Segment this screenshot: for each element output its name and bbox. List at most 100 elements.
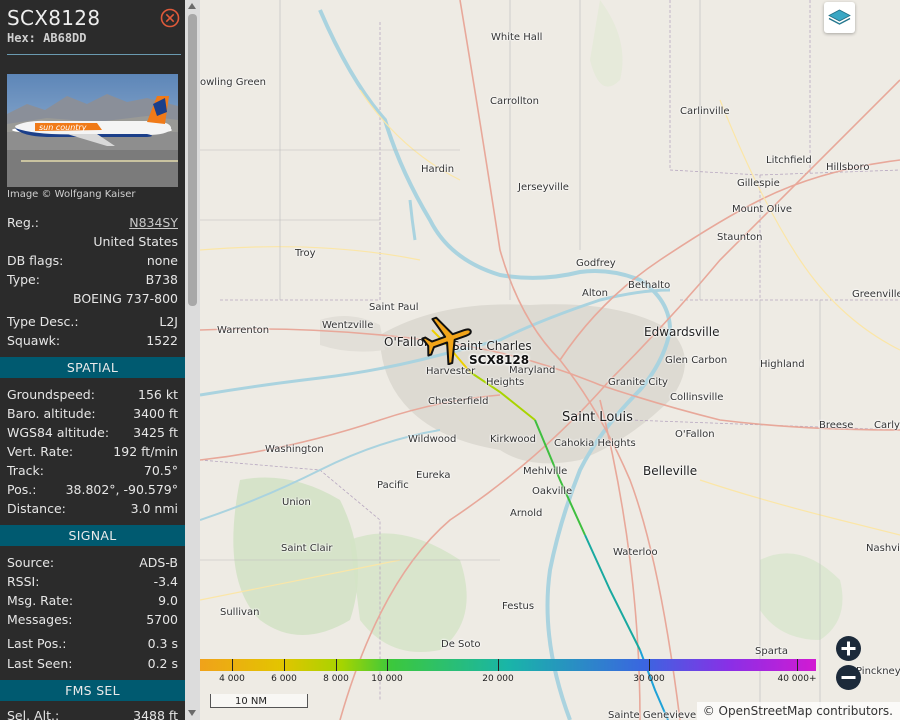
map-place-label: Alton	[582, 288, 608, 299]
detail-key: Squawk:	[7, 333, 61, 348]
map-place-label: Sullivan	[220, 607, 260, 618]
altitude-color-legend	[200, 659, 816, 671]
attribution-suffix: contributors.	[812, 704, 893, 718]
detail-value: 9.0	[158, 593, 178, 608]
hex-value: AB68DD	[43, 31, 87, 45]
legend-tick	[797, 659, 798, 671]
map-place-label: Collinsville	[670, 392, 724, 403]
detail-row: Vert. Rate: 192 ft/min	[0, 442, 185, 461]
signal-section-header: SIGNAL	[0, 525, 185, 546]
map-place-label: Warrenton	[217, 325, 270, 336]
detail-key: Distance:	[7, 501, 66, 516]
zoom-in-button[interactable]	[836, 636, 861, 661]
layers-button[interactable]	[824, 2, 855, 33]
map-place-label: Nashvil	[866, 543, 900, 554]
spatial-section-header: SPATIAL	[0, 357, 185, 378]
detail-key: Reg.:	[7, 215, 39, 230]
detail-value: 192 ft/min	[113, 444, 178, 459]
map-place-label: Harvester	[426, 366, 476, 377]
map-view[interactable]: White Hall owling Green Carrollton Carlinvi…	[200, 0, 900, 720]
openstreetmap-link[interactable]: OpenStreetMap	[719, 704, 813, 718]
legend-tick	[387, 659, 388, 671]
minus-icon	[841, 676, 856, 679]
detail-value: BOEING 737-800	[72, 291, 178, 306]
map-place-label: Festus	[502, 601, 535, 612]
map-place-label: owling Green	[200, 77, 267, 88]
map-place-label: White Hall	[491, 32, 543, 43]
detail-row: Sel. Alt.: 3488 ft	[0, 706, 185, 720]
map-place-label: Waterloo	[613, 547, 658, 558]
scroll-down-arrow-icon[interactable]	[188, 710, 196, 716]
map-place-label: Wildwood	[408, 434, 457, 445]
detail-key: Type:	[7, 272, 40, 287]
legend-tick	[336, 659, 337, 671]
detail-row: Reg.: N834SY	[0, 213, 185, 232]
legend-tick	[498, 659, 499, 671]
map-place-label: Eureka	[416, 470, 451, 481]
legend-label: 30 000	[633, 674, 665, 684]
map-place-label: Carrollton	[490, 96, 539, 107]
map-place-label: De Soto	[441, 639, 481, 650]
detail-value: 3488 ft	[133, 708, 178, 720]
scrollbar-thumb[interactable]	[188, 14, 197, 306]
map-place-label: Saint Louis	[562, 410, 633, 425]
callsign-title: SCX8128	[7, 6, 101, 30]
map-place-label: Kirkwood	[490, 434, 537, 445]
zoom-out-button[interactable]	[836, 665, 861, 690]
detail-row: DB flags: none	[0, 251, 185, 270]
plus-icon	[841, 641, 856, 656]
map-place-label: Sparta	[755, 646, 788, 657]
map-place-label: Litchfield	[766, 155, 812, 166]
detail-key: Baro. altitude:	[7, 406, 96, 421]
header-divider	[7, 54, 181, 55]
aircraft-map-label[interactable]: SCX8128	[469, 353, 529, 367]
close-icon[interactable]	[160, 8, 180, 28]
detail-row: Msg. Rate: 9.0	[0, 591, 185, 610]
legend-label: 4 000	[219, 674, 245, 684]
legend-label: 10 000	[371, 674, 403, 684]
legend-label: 6 000	[271, 674, 297, 684]
detail-row: Track: 70.5°	[0, 461, 185, 480]
detail-row: BOEING 737-800	[0, 289, 185, 308]
detail-row: Type Desc.: L2J	[0, 312, 185, 331]
detail-row: Last Pos.: 0.3 s	[0, 634, 185, 653]
detail-value: -3.4	[153, 574, 178, 589]
map-place-label: Greenville	[852, 289, 900, 300]
map-place-label: Jerseyville	[518, 182, 569, 193]
photo-credit: Image © Wolfgang Kaiser	[7, 189, 136, 200]
detail-key: Sel. Alt.:	[7, 708, 60, 720]
detail-row: Last Seen: 0.2 s	[0, 654, 185, 673]
aircraft-marker-icon[interactable]	[420, 313, 476, 365]
sidebar-content: SCX8128 Hex: AB68DD sun country Image © …	[0, 0, 185, 720]
map-place-label: Saint Paul	[369, 302, 419, 313]
sidebar-scrollbar[interactable]	[185, 0, 200, 720]
map-place-label: Glen Carbon	[665, 355, 728, 366]
aircraft-photo[interactable]: sun country	[7, 74, 178, 187]
detail-row: Distance: 3.0 nmi	[0, 499, 185, 518]
detail-row: RSSI: -3.4	[0, 572, 185, 591]
legend-tick	[232, 659, 233, 671]
map-place-label: Mount Olive	[732, 204, 793, 215]
detail-value: 5700	[146, 612, 178, 627]
detail-value: 0.3 s	[147, 636, 178, 651]
detail-key: WGS84 altitude:	[7, 425, 110, 440]
map-place-label: Wentzville	[322, 320, 374, 331]
scroll-up-arrow-icon[interactable]	[188, 3, 196, 9]
detail-key: Vert. Rate:	[7, 444, 74, 459]
detail-key: Type Desc.:	[7, 314, 79, 329]
map-place-label: Oakville	[532, 486, 573, 497]
detail-key: Pos.:	[7, 482, 37, 497]
detail-key: Msg. Rate:	[7, 593, 74, 608]
map-place-label: Edwardsville	[644, 325, 720, 339]
map-place-label: Hardin	[421, 164, 455, 175]
detail-value: 70.5°	[143, 463, 178, 478]
fms-section-header: FMS SEL	[0, 680, 185, 701]
registration-link[interactable]: N834SY	[129, 213, 178, 232]
map-place-label: Pinckney	[856, 666, 900, 677]
scale-label: 10 NM	[235, 696, 268, 707]
map-place-label: Staunton	[717, 232, 763, 243]
detail-value: 38.802°, -90.579°	[65, 482, 178, 497]
map-place-label: Saint Clair	[281, 543, 333, 554]
map-place-label: Pacific	[377, 480, 409, 491]
detail-value: none	[146, 253, 178, 268]
